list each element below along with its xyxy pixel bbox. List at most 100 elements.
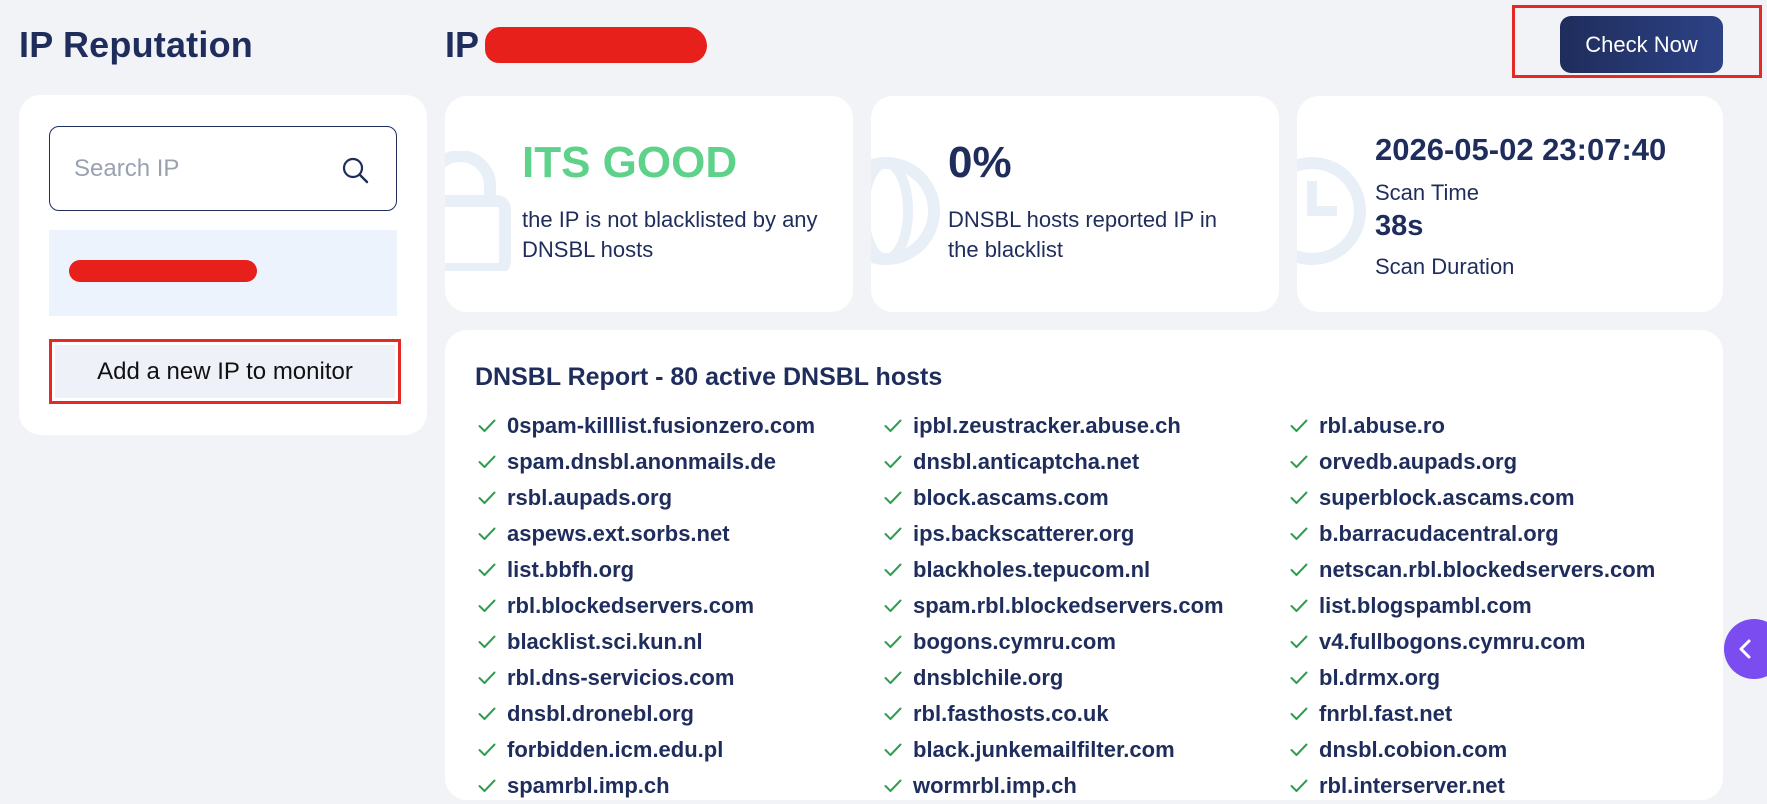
dnsbl-host-name: fnrbl.fast.net xyxy=(1319,701,1453,726)
check-icon xyxy=(478,779,496,792)
dnsbl-host-item: list.bbfh.org xyxy=(478,552,815,588)
dnsbl-host-name: list.bbfh.org xyxy=(507,557,635,582)
dnsbl-host-item: spam.rbl.blockedservers.com xyxy=(884,588,1224,624)
add-ip-highlight: Add a new IP to monitor xyxy=(49,339,401,404)
check-icon xyxy=(1290,419,1308,432)
dnsbl-host-item: bl.drmx.org xyxy=(1290,660,1655,696)
dnsbl-host-item: blackholes.tepucom.nl xyxy=(884,552,1224,588)
check-icon xyxy=(884,779,902,792)
dnsbl-host-name: black.junkemailfilter.com xyxy=(913,737,1175,762)
dnsbl-host-name: bogons.cymru.com xyxy=(913,629,1116,654)
dnsbl-host-name: blacklist.sci.kun.nl xyxy=(507,629,703,654)
dnsbl-host-item: rsbl.aupads.org xyxy=(478,480,815,516)
check-icon xyxy=(478,563,496,576)
percent-card: 0% DNSBL hosts reported IP in the blackl… xyxy=(871,96,1279,312)
dnsbl-host-item: superblock.ascams.com xyxy=(1290,480,1655,516)
chevron-left-icon xyxy=(1739,639,1751,659)
dnsbl-host-item: rbl.abuse.ro xyxy=(1290,408,1655,444)
dnsbl-host-item: dnsbl.anticaptcha.net xyxy=(884,444,1224,480)
check-icon xyxy=(478,707,496,720)
check-icon xyxy=(884,419,902,432)
status-value: ITS GOOD xyxy=(522,138,738,187)
check-now-button[interactable]: Check Now xyxy=(1560,16,1723,73)
check-icon xyxy=(478,491,496,504)
dnsbl-host-item: orvedb.aupads.org xyxy=(1290,444,1655,480)
check-icon xyxy=(478,743,496,756)
globe-icon xyxy=(871,157,940,265)
dnsbl-host-name: spam.dnsbl.anonmails.de xyxy=(507,449,776,474)
dnsbl-host-item: blacklist.sci.kun.nl xyxy=(478,624,815,660)
check-icon xyxy=(478,527,496,540)
host-column-3: rbl.abuse.ro orvedb.aupads.org superblock.… xyxy=(1290,408,1655,804)
check-icon xyxy=(1290,563,1308,576)
dnsbl-report-card: DNSBL Report - 80 active DNSBL hosts 0sp… xyxy=(445,330,1723,800)
dnsbl-host-item: block.ascams.com xyxy=(884,480,1224,516)
dnsbl-host-item: dnsbl.dronebl.org xyxy=(478,696,815,732)
dnsbl-host-name: wormrbl.imp.ch xyxy=(913,773,1077,798)
dnsbl-host-item: black.junkemailfilter.com xyxy=(884,732,1224,768)
dnsbl-host-name: spamrbl.imp.ch xyxy=(507,773,670,798)
scan-duration-value: 38s xyxy=(1375,210,1424,242)
dnsbl-host-name: b.barracudacentral.org xyxy=(1319,521,1559,546)
dnsbl-host-name: superblock.ascams.com xyxy=(1319,485,1575,510)
dnsbl-host-item: ipbl.zeustracker.abuse.ch xyxy=(884,408,1224,444)
dnsbl-host-item: rbl.interserver.net xyxy=(1290,768,1655,804)
dnsbl-host-name: rbl.interserver.net xyxy=(1319,773,1505,798)
check-icon xyxy=(1290,671,1308,684)
check-icon xyxy=(884,491,902,504)
dnsbl-host-item: aspews.ext.sorbs.net xyxy=(478,516,815,552)
dnsbl-host-name: block.ascams.com xyxy=(913,485,1109,510)
dnsbl-host-item: rbl.blockedservers.com xyxy=(478,588,815,624)
search-input[interactable] xyxy=(72,149,326,189)
check-icon xyxy=(884,635,902,648)
page-title: IP Reputation xyxy=(19,24,253,65)
dnsbl-host-name: bl.drmx.org xyxy=(1319,665,1441,690)
dnsbl-host-item: dnsbl.cobion.com xyxy=(1290,732,1655,768)
check-icon xyxy=(1290,527,1308,540)
search-icon[interactable] xyxy=(340,155,370,185)
dnsbl-host-item: netscan.rbl.blockedservers.com xyxy=(1290,552,1655,588)
search-box[interactable] xyxy=(49,126,397,211)
check-icon xyxy=(1290,635,1308,648)
percent-description: DNSBL hosts reported IP in the blacklist xyxy=(948,207,1218,262)
check-icon xyxy=(884,743,902,756)
dnsbl-host-name: dnsbl.cobion.com xyxy=(1319,737,1508,762)
status-description: the IP is not blacklisted by any DNSBL h… xyxy=(522,207,818,262)
collapse-panel-button[interactable] xyxy=(1724,619,1767,679)
check-icon xyxy=(884,455,902,468)
dnsbl-host-name: rsbl.aupads.org xyxy=(507,485,673,510)
dnsbl-host-item: b.barracudacentral.org xyxy=(1290,516,1655,552)
dnsbl-host-item: fnrbl.fast.net xyxy=(1290,696,1655,732)
percent-value: 0% xyxy=(948,138,1012,187)
dnsbl-host-item: forbidden.icm.edu.pl xyxy=(478,732,815,768)
add-ip-button[interactable]: Add a new IP to monitor xyxy=(55,345,395,398)
dnsbl-host-item: ips.backscatterer.org xyxy=(884,516,1224,552)
dnsbl-host-name: rbl.fasthosts.co.uk xyxy=(913,701,1109,726)
dnsbl-host-item: v4.fullbogons.cymru.com xyxy=(1290,624,1655,660)
check-icon xyxy=(884,671,902,684)
monitored-ip-item[interactable] xyxy=(49,230,397,316)
dnsbl-host-name: blackholes.tepucom.nl xyxy=(913,557,1151,582)
dnsbl-host-name: dnsblchile.org xyxy=(913,665,1064,690)
clock-icon xyxy=(1297,157,1366,265)
report-title: DNSBL Report - 80 active DNSBL hosts xyxy=(475,363,943,391)
check-icon xyxy=(478,599,496,612)
scan-card: 2026-05-02 23:07:40 Scan Time 38s Scan D… xyxy=(1297,96,1723,312)
check-icon xyxy=(884,707,902,720)
check-icon xyxy=(884,563,902,576)
dnsbl-host-name: rbl.blockedservers.com xyxy=(507,593,755,618)
host-column-2: ipbl.zeustracker.abuse.ch dnsbl.anticaptc… xyxy=(884,408,1224,804)
dnsbl-host-name: 0spam-killlist.fusionzero.com xyxy=(507,413,816,438)
ip-heading: IP xyxy=(445,24,708,66)
dnsbl-host-name: ipbl.zeustracker.abuse.ch xyxy=(913,413,1181,438)
redacted-ip xyxy=(485,27,708,63)
check-icon xyxy=(1290,707,1308,720)
dnsbl-host-name: netscan.rbl.blockedservers.com xyxy=(1319,557,1656,582)
dnsbl-host-item: spamrbl.imp.ch xyxy=(478,768,815,804)
dnsbl-host-name: forbidden.icm.edu.pl xyxy=(507,737,724,762)
redacted-ip xyxy=(69,260,257,282)
scan-time-value: 2026-05-02 23:07:40 xyxy=(1375,132,1667,167)
dnsbl-host-item: rbl.fasthosts.co.uk xyxy=(884,696,1224,732)
dnsbl-host-name: orvedb.aupads.org xyxy=(1319,449,1518,474)
scan-duration-label: Scan Duration xyxy=(1375,254,1515,279)
